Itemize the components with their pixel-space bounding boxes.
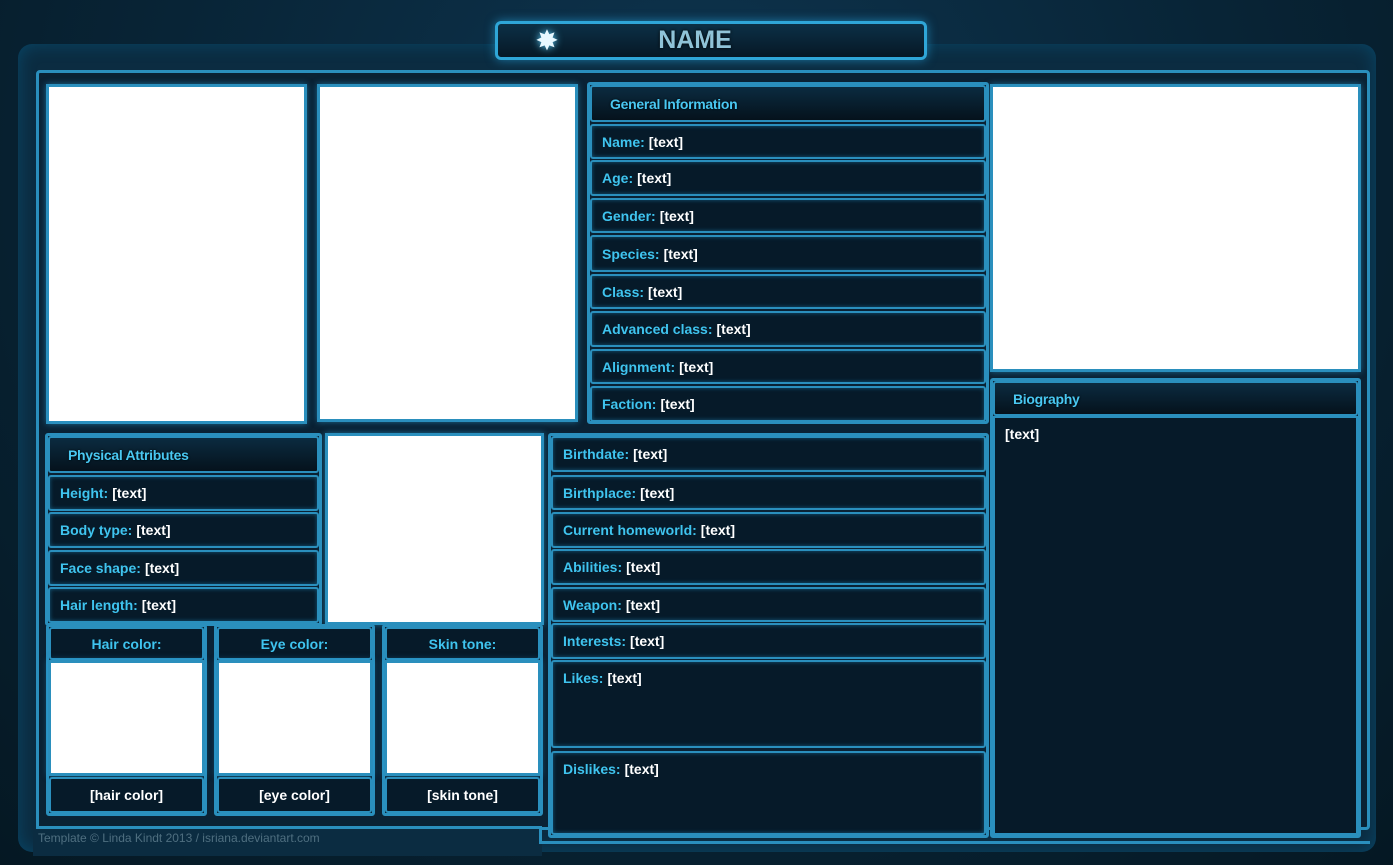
field-label: Name:	[602, 133, 645, 150]
field-label: Abilities:	[563, 559, 623, 575]
field-row: Hair length: [text]	[48, 587, 319, 623]
field-value: [text]	[648, 133, 684, 150]
field-row: Dislikes: [text]	[551, 751, 986, 835]
field-row: Name: [text]	[590, 124, 986, 159]
swatch-value: [eye color]	[217, 777, 372, 813]
field-value: [text]	[625, 596, 661, 613]
field-value: [text]	[663, 245, 698, 262]
field-value: [text]	[700, 522, 736, 538]
field-row: Age: [text]	[590, 160, 986, 196]
field-label: Likes:	[563, 670, 604, 686]
swatch-label: Eye color:	[217, 627, 372, 660]
field-value: [text]	[637, 170, 672, 186]
swatch-value: [hair color]	[49, 777, 204, 813]
field-label: Alignment:	[602, 358, 676, 375]
field-label: Weapon:	[563, 596, 622, 613]
field-label: Gender:	[602, 207, 656, 224]
field-row: Face shape: [text]	[48, 550, 319, 586]
field-row: Height: [text]	[48, 475, 319, 511]
swatch-image	[48, 660, 205, 776]
field-value: [text]	[630, 633, 665, 649]
field-value: [text]	[624, 761, 659, 777]
field-value: [text]	[136, 522, 171, 538]
portrait-image-4	[325, 433, 544, 625]
field-label: Interests:	[563, 633, 627, 649]
field-label: Species:	[602, 245, 660, 262]
field-value: [text]	[660, 396, 695, 412]
frame-divider	[539, 841, 1370, 844]
swatch-label: Skin tone:	[385, 627, 540, 660]
portrait-image-1	[46, 84, 307, 424]
field-value: [text]	[659, 207, 694, 224]
field-row: Weapon: [text]	[551, 587, 986, 622]
field-row: Current homeworld: [text]	[551, 512, 986, 548]
swatch-label: Hair color:	[49, 627, 204, 660]
field-label: Height:	[60, 485, 109, 501]
field-value: [text]	[640, 484, 675, 501]
field-label: Class:	[602, 283, 645, 300]
field-row: Species: [text]	[590, 235, 986, 272]
field-label: Advanced class:	[602, 321, 713, 337]
swatch-image	[216, 660, 373, 776]
field-label: Face shape:	[60, 560, 141, 576]
biography-text: [text]	[993, 416, 1358, 835]
page-title: NAME	[658, 26, 732, 54]
field-value: [text]	[112, 485, 147, 501]
field-label: Age:	[602, 170, 634, 186]
field-row: Body type: [text]	[48, 512, 319, 548]
field-row: Likes: [text]	[551, 660, 986, 748]
field-value: [text]	[144, 560, 180, 576]
field-label: Faction:	[602, 396, 657, 412]
field-row: Birthdate: [text]	[551, 436, 986, 472]
field-label: Birthdate:	[563, 446, 630, 462]
field-value: [text]	[626, 559, 661, 575]
star-icon: ✸	[535, 25, 559, 56]
field-label: Hair length:	[60, 597, 138, 613]
field-value: [text]	[141, 597, 177, 613]
field-label: Birthplace:	[563, 484, 637, 501]
field-label: Body type:	[60, 522, 133, 538]
swatch-value: [skin tone]	[385, 777, 540, 813]
field-value: [text]	[633, 446, 668, 462]
field-row: Class: [text]	[590, 274, 986, 309]
field-label: Current homeworld:	[563, 522, 697, 538]
field-value: [text]	[648, 283, 683, 300]
field-value: [text]	[716, 321, 751, 337]
field-row: Faction: [text]	[590, 386, 986, 422]
general-info-header: General Information	[590, 85, 986, 122]
field-row: Alignment: [text]	[590, 349, 986, 384]
field-value: [text]	[607, 670, 642, 686]
physical-attributes-header: Physical Attributes	[48, 436, 319, 473]
field-row: Birthplace: [text]	[551, 475, 986, 510]
field-row: Interests: [text]	[551, 623, 986, 659]
footer-credit: Template © Linda Kindt 2013 / isriana.de…	[38, 831, 320, 845]
portrait-image-2	[317, 84, 578, 422]
frame-divider	[36, 826, 542, 829]
field-row: Advanced class: [text]	[590, 311, 986, 347]
field-value: [text]	[679, 358, 714, 375]
field-label: Dislikes:	[563, 761, 621, 777]
field-row: Abilities: [text]	[551, 549, 986, 585]
biography-header: Biography	[993, 381, 1358, 416]
swatch-image	[384, 660, 541, 776]
field-row: Gender: [text]	[590, 198, 986, 233]
portrait-image-3	[990, 84, 1361, 372]
